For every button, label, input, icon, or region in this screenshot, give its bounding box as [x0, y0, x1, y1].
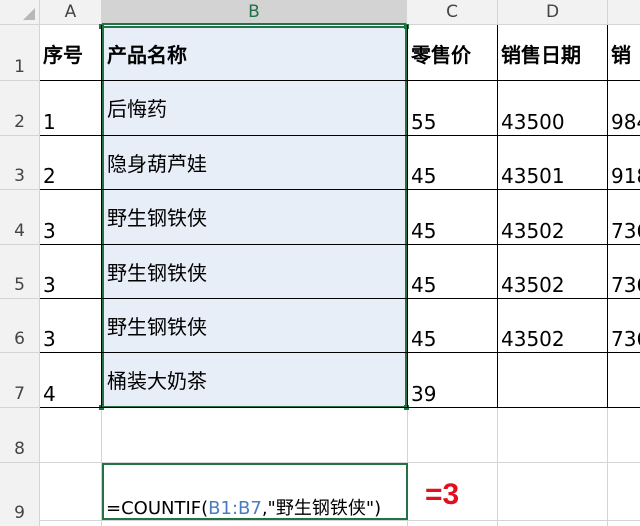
- column-header-e[interactable]: [608, 0, 640, 25]
- formula-suffix: ,"野生钢铁侠"): [261, 498, 382, 519]
- cell-b5[interactable]: 野生钢铁侠: [102, 245, 407, 298]
- grid-line: [607, 408, 608, 526]
- row-header-5[interactable]: 5: [0, 245, 40, 299]
- cell-e2[interactable]: 984: [608, 81, 640, 135]
- header-cell-product-name[interactable]: 产品名称: [104, 26, 406, 80]
- grid-line: [497, 408, 498, 526]
- row-header-3[interactable]: 3: [0, 136, 40, 190]
- cell-e5[interactable]: 736: [608, 245, 640, 298]
- column-header-b[interactable]: B: [102, 0, 407, 25]
- column-header-d[interactable]: D: [498, 0, 608, 25]
- cell-c6[interactable]: 45: [408, 299, 497, 352]
- grid-line: [40, 520, 640, 521]
- column-header-c[interactable]: C: [407, 0, 498, 25]
- cell-d4[interactable]: 43502: [498, 190, 607, 244]
- cell-c2[interactable]: 55: [408, 81, 497, 135]
- header-cell-e[interactable]: 销: [608, 26, 640, 80]
- result-annotation: =3: [425, 478, 460, 511]
- cell-a2[interactable]: 1: [40, 81, 101, 135]
- cell-d6[interactable]: 43502: [498, 299, 607, 352]
- row-header-9[interactable]: 9: [0, 463, 40, 526]
- cell-d2[interactable]: 43500: [498, 81, 607, 135]
- cell-a7[interactable]: 4: [40, 353, 101, 407]
- column-header-a[interactable]: A: [40, 0, 102, 25]
- formula-text: =COUNTIF(B1:B7,"野生钢铁侠"): [106, 494, 381, 520]
- cell-d5[interactable]: 43502: [498, 245, 607, 298]
- cell-d7[interactable]: [498, 353, 607, 407]
- cell-b3[interactable]: 隐身葫芦娃: [102, 136, 407, 189]
- cell-a6[interactable]: 3: [40, 299, 101, 352]
- row-header-8[interactable]: 8: [0, 408, 40, 463]
- cell-c7[interactable]: 39: [408, 353, 497, 407]
- header-cell-sales-date[interactable]: 销售日期: [498, 26, 607, 80]
- row-header-6[interactable]: 6: [0, 299, 40, 353]
- header-cell-retail-price[interactable]: 零售价: [408, 26, 497, 80]
- cell-b7[interactable]: 桶装大奶茶: [102, 353, 407, 407]
- formula-range-reference: B1:B7: [208, 498, 262, 519]
- select-all-corner[interactable]: [0, 0, 40, 25]
- row-header-1[interactable]: 1: [0, 25, 40, 81]
- formula-prefix: =COUNTIF(: [106, 498, 209, 519]
- cell-e3[interactable]: 918: [608, 136, 640, 189]
- row-header-7[interactable]: 7: [0, 353, 40, 408]
- cell-a4[interactable]: 3: [40, 190, 101, 244]
- cell-e7[interactable]: [608, 353, 640, 407]
- spreadsheet-grid: A B C D 1 2 3 4 5 6 7 8 9 序号 产品名称 零售价 销售…: [0, 0, 640, 526]
- cell-a5[interactable]: 3: [40, 245, 101, 298]
- cell-c5[interactable]: 45: [408, 245, 497, 298]
- cell-b6[interactable]: 野生钢铁侠: [102, 299, 407, 352]
- cell-c4[interactable]: 45: [408, 190, 497, 244]
- cell-a3[interactable]: 2: [40, 136, 101, 189]
- cell-e4[interactable]: 736: [608, 190, 640, 244]
- cell-b4[interactable]: 野生钢铁侠: [102, 190, 407, 244]
- cell-b2[interactable]: 后悔药: [102, 81, 407, 135]
- cell-d3[interactable]: 43501: [498, 136, 607, 189]
- row-header-2[interactable]: 2: [0, 81, 40, 136]
- select-all-triangle-icon: [23, 8, 35, 20]
- cell-c3[interactable]: 45: [408, 136, 497, 189]
- row-header-4[interactable]: 4: [0, 190, 40, 245]
- table-border: [40, 407, 640, 408]
- header-cell-seq[interactable]: 序号: [40, 26, 101, 80]
- cell-e6[interactable]: 736: [608, 299, 640, 352]
